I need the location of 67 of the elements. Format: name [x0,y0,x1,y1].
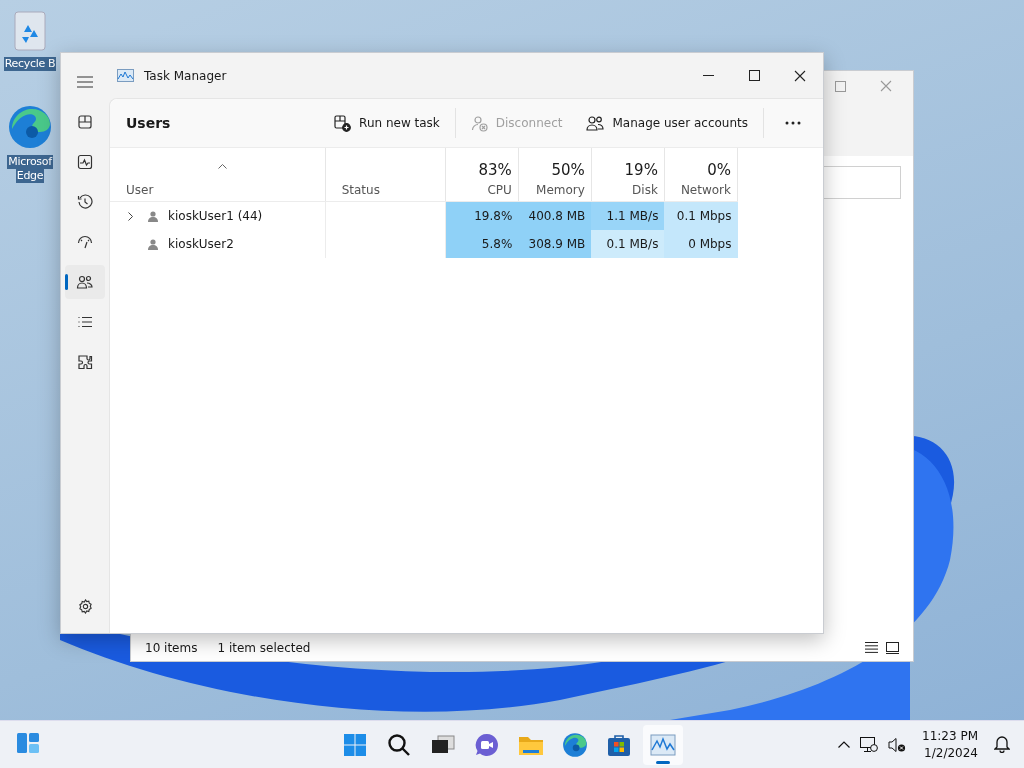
task-manager-button[interactable] [643,724,683,765]
usage-cell: 19.8% [445,201,519,230]
usage-cell: 400.8 MB [518,201,592,230]
column-header[interactable]: 0% Network [664,148,738,202]
expand-chevron-icon[interactable] [128,211,134,221]
gauge-icon [77,234,93,250]
history-icon [77,194,93,210]
user-cell[interactable]: kioskUser2 [110,230,326,258]
usage-cell: 308.9 MB [518,230,592,258]
users-icon [76,274,94,290]
column-header[interactable]: User [110,148,326,202]
widgets-icon[interactable] [16,732,40,754]
users-icon [586,114,605,132]
usage-cell: 0.1 Mbps [664,201,738,230]
column-header[interactable]: 19% Disk [591,148,665,202]
user-disconnect-icon [470,114,488,132]
usage-cell: 1.1 MB/s [591,201,665,230]
tiles-view-icon[interactable] [886,641,899,654]
task-manager-icon [117,69,134,82]
minimize-icon [702,74,714,77]
clock-date[interactable]: 1/2/2024 [924,746,978,760]
user-icon [148,210,158,222]
item-count: 10 items [145,640,198,655]
details-view-icon[interactable] [865,642,878,653]
chevron-up-icon[interactable] [838,741,850,748]
recycle-bin-icon[interactable] [12,10,48,52]
notification-bell-icon[interactable] [994,736,1010,753]
column-header[interactable]: 50% Memory [518,148,592,202]
chat-icon [475,732,499,757]
clock-time[interactable]: 11:23 PM [922,729,978,743]
desktop-icon-label: Microsof [7,155,53,169]
menu-icon [77,76,93,88]
pulse-icon [77,154,93,170]
column-header[interactable]: Status [325,148,446,202]
user-cell[interactable]: kioskUser1 (44) [110,201,326,230]
maximize-icon [748,70,760,81]
window-title: Task Manager [144,68,227,83]
column-header[interactable]: 83% CPU [445,148,519,202]
task-manager-icon [650,733,676,756]
close-icon[interactable] [880,80,892,92]
network-icon[interactable] [860,736,878,753]
search-icon [387,732,411,757]
selection-count: 1 item selected [217,640,311,655]
close-icon [794,69,806,82]
edge-icon [562,731,588,758]
page-title: Users [126,115,171,131]
desktop-icon-label: Edge [15,169,45,183]
desktop-icon-label: Recycle B [3,57,57,71]
task-view-icon [431,734,455,755]
usage-cell: 0.1 MB/s [591,230,665,258]
nav-users-button[interactable] [65,265,105,299]
edge-icon[interactable] [7,104,53,150]
maximize-icon[interactable] [834,80,846,92]
settings-icon [77,598,93,614]
start-icon [343,732,367,757]
list-icon [77,314,93,330]
usage-cell: 5.8% [445,230,519,258]
usage-cell: 0 Mbps [664,230,738,258]
more-icon [785,121,801,125]
grid-icon [77,114,93,130]
run-task-icon [334,114,352,132]
puzzle-icon [77,354,93,370]
manage-accounts-button[interactable]: Manage user accounts [577,108,757,138]
speaker-muted-icon[interactable] [888,736,906,753]
run-new-task-button[interactable]: Run new task [325,108,449,138]
store-icon [607,732,631,757]
user-icon [148,238,158,250]
